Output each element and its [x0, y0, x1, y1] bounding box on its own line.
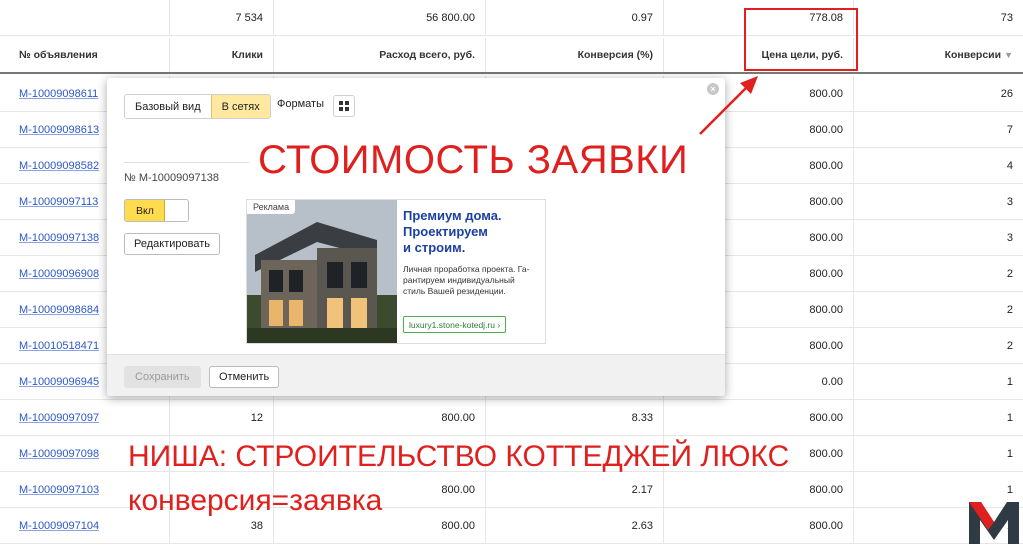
- conversions-cell: 1: [1006, 411, 1013, 424]
- column-header-spend[interactable]: Расход всего, руб.: [274, 38, 486, 72]
- edit-button[interactable]: Редактировать: [124, 233, 220, 255]
- ad-number: № M-10009097138: [124, 172, 219, 184]
- ad-number-link[interactable]: M-10009097113: [19, 196, 98, 208]
- goal-cost-cell: 800.00: [664, 472, 854, 507]
- grid-icon: [339, 101, 349, 111]
- ad-title-line: и строим.: [403, 240, 466, 255]
- m-letter-logo-icon: [969, 502, 1019, 544]
- clicks-cell: 12: [170, 400, 274, 435]
- conversions-cell: 1: [1006, 447, 1013, 460]
- ad-number-link[interactable]: M-10009097098: [19, 448, 99, 460]
- ad-number-link[interactable]: M-10009096908: [19, 268, 99, 280]
- ad-badge: Реклама: [247, 200, 296, 214]
- column-header-clicks[interactable]: Клики: [170, 38, 274, 72]
- column-header-conversion-rate[interactable]: Конверсия (%): [486, 38, 664, 72]
- house-image: [247, 200, 397, 343]
- toggle-knob: [165, 200, 188, 221]
- conversions-cell: 1: [1006, 375, 1013, 388]
- column-header-goal-cost[interactable]: Цена цели, руб.: [664, 38, 854, 72]
- totals-cell: [0, 0, 170, 35]
- ad-title[interactable]: Премиум дома. Проектируем и строим.: [403, 208, 539, 256]
- ad-number-link[interactable]: M-10009097103: [19, 484, 99, 496]
- goal-cost-cell: 800.00: [664, 508, 854, 543]
- totals-row: 7 534 56 800.00 0.97 778.08 73: [0, 0, 1023, 36]
- view-tabs: Базовый вид В сетях: [124, 94, 271, 119]
- conversions-cell: 7: [1006, 123, 1013, 136]
- ad-body: Личная проработка проекта. Га- рантируем…: [403, 264, 539, 297]
- ad-body-line: Личная проработка проекта. Га-: [403, 264, 530, 274]
- annotation-conversion: конверсия=заявка: [128, 484, 383, 517]
- column-header-conversions[interactable]: Конверсии ▼: [854, 38, 1023, 72]
- ad-title-line: Проектируем: [403, 224, 488, 239]
- conversion-rate-cell: 2.17: [486, 472, 664, 507]
- ad-number-link[interactable]: M-10009097097: [19, 412, 99, 424]
- table-row: M-10009097097 12 800.00 8.33 800.00 1: [0, 400, 1023, 436]
- column-header-ad-number[interactable]: № объявления: [0, 38, 170, 72]
- ad-number-link[interactable]: M-10009097138: [19, 232, 99, 244]
- cancel-button[interactable]: Отменить: [209, 366, 280, 388]
- totals-cell: 0.97: [486, 0, 664, 35]
- conversion-rate-cell: 8.33: [486, 400, 664, 435]
- ad-body-line: стиль Вашей резиденции.: [403, 286, 506, 296]
- ad-number-link[interactable]: M-10009096945: [19, 376, 99, 388]
- totals-cell: 56 800.00: [274, 0, 486, 35]
- triangle-down-icon: ▼: [1004, 50, 1013, 60]
- annotation-arrow-icon: [699, 76, 758, 135]
- formats-label: Форматы: [277, 98, 324, 110]
- ad-number-link[interactable]: M-10009098613: [19, 124, 99, 136]
- ad-number-link[interactable]: M-10009098684: [19, 304, 99, 316]
- column-header-conversions-label: Конверсии: [944, 49, 1002, 61]
- toggle-label: Вкл: [125, 200, 165, 221]
- ad-number-cell: M-10009097097: [0, 400, 170, 435]
- ad-number-link[interactable]: M-10009098611: [19, 88, 98, 100]
- ad-number-link[interactable]: M-10010518471: [19, 340, 99, 352]
- conversions-cell: 26: [1000, 87, 1013, 100]
- formats-grid-button[interactable]: [333, 95, 355, 117]
- ad-preview: Реклама Премиум дома. Проектируем и стро…: [246, 199, 546, 344]
- ad-url-link[interactable]: luxury1.stone-kotedj.ru ›: [403, 316, 507, 333]
- tab-basic-view[interactable]: Базовый вид: [125, 95, 211, 118]
- conversions-cell: 4: [1006, 159, 1013, 172]
- ad-number-link[interactable]: M-10009098582: [19, 160, 99, 172]
- save-button[interactable]: Сохранить: [124, 366, 201, 388]
- ad-number-link[interactable]: M-10009097104: [19, 520, 99, 532]
- tab-in-networks[interactable]: В сетях: [210, 95, 270, 118]
- conversions-cell: 2: [1006, 339, 1013, 352]
- annotation-niche: НИША: СТРОИТЕЛЬСТВО КОТТЕДЖЕЙ ЛЮКС: [128, 440, 790, 473]
- enabled-toggle[interactable]: Вкл: [124, 199, 189, 222]
- ad-image-house: Реклама: [247, 200, 397, 343]
- totals-cell: 73: [1000, 11, 1013, 24]
- conversions-cell: 2: [1006, 267, 1013, 280]
- ad-title-line: Премиум дома.: [403, 208, 502, 223]
- ad-body-line: рантируем индивидуальный: [403, 275, 515, 285]
- header-row: № объявления Клики Расход всего, руб. Ко…: [0, 38, 1023, 74]
- conversions-cell: 3: [1006, 195, 1013, 208]
- totals-cell: 778.08: [664, 0, 854, 35]
- totals-cell: 7 534: [170, 0, 274, 35]
- conversions-cell: 3: [1006, 231, 1013, 244]
- spend-cell: 800.00: [274, 400, 486, 435]
- popup-footer: Сохранить Отменить: [107, 354, 725, 396]
- ad-preview-popup: × Базовый вид В сетях Форматы № M-100090…: [107, 78, 725, 396]
- annotation-headline: СТОИМОСТЬ ЗАЯВКИ: [258, 138, 689, 182]
- ad-text-block: Премиум дома. Проектируем и строим. Личн…: [397, 200, 545, 343]
- goal-cost-cell: 800.00: [664, 400, 854, 435]
- conversions-cell: 2: [1006, 303, 1013, 316]
- conversion-rate-cell: 2.63: [486, 508, 664, 543]
- divider: [124, 162, 249, 163]
